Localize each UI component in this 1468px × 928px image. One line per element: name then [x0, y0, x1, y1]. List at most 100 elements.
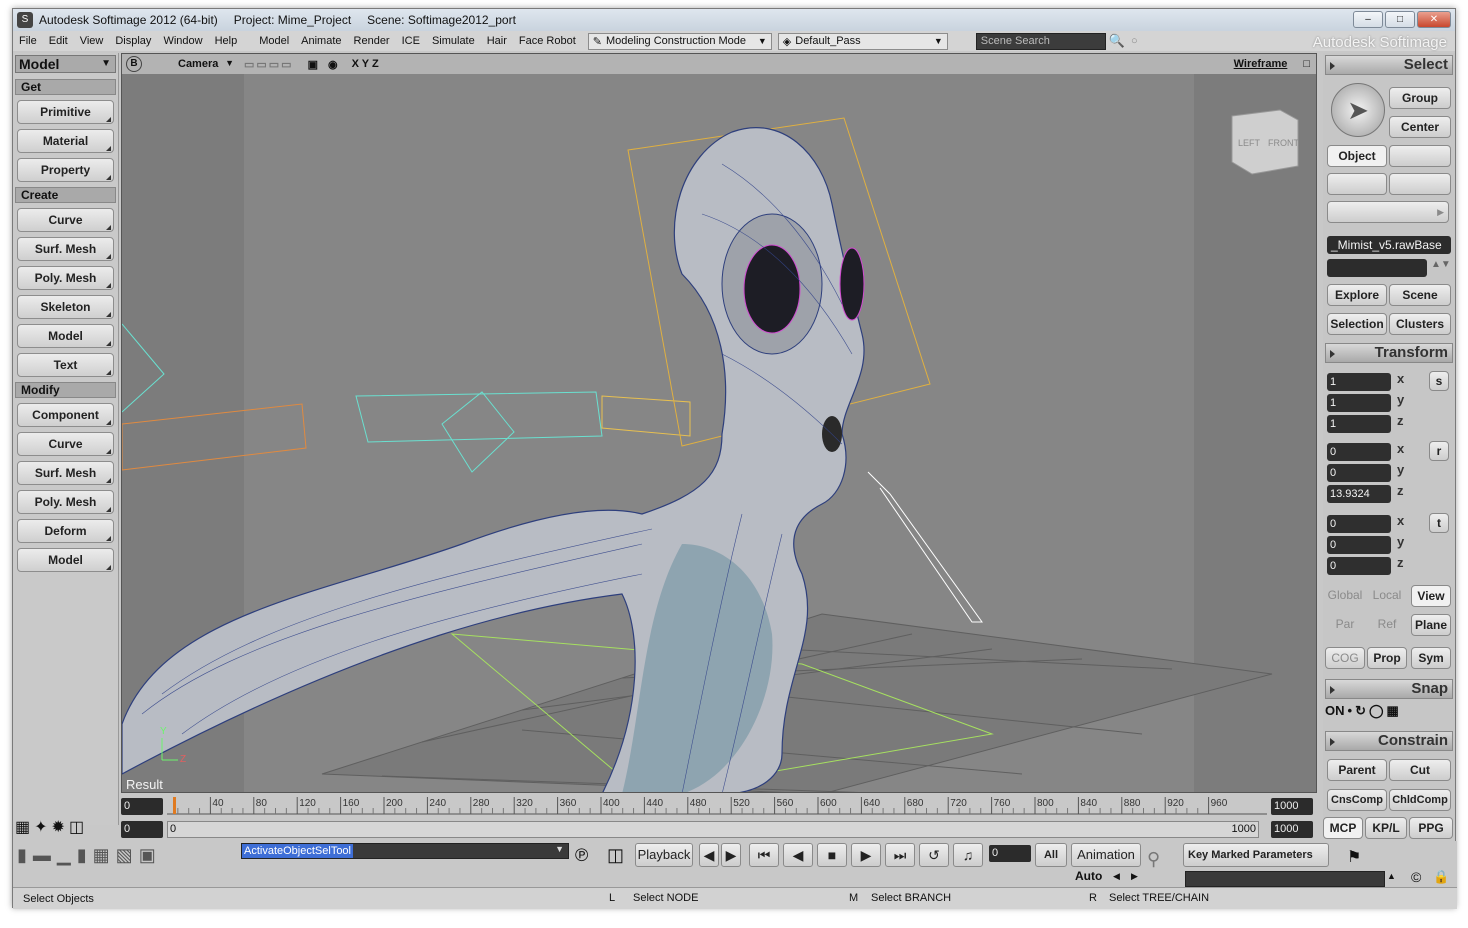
- current-frame-field[interactable]: 0: [121, 821, 163, 838]
- auto-key-label[interactable]: Auto: [1075, 869, 1102, 883]
- eye-icon[interactable]: ◉: [328, 58, 338, 71]
- camera-select[interactable]: Camera ▼: [148, 58, 234, 70]
- timeline-ruler[interactable]: 40 80 120 160 200 240 280 320 360 400 440 480 520 560…: [167, 795, 1267, 815]
- search-icon[interactable]: 🔍: [1109, 33, 1125, 49]
- create-poly-mesh-button[interactable]: Poly. Mesh: [17, 266, 114, 290]
- cnscomp-button[interactable]: CnsComp: [1327, 789, 1387, 811]
- ref-button[interactable]: Ref: [1367, 614, 1407, 636]
- scale-x-label[interactable]: x: [1397, 371, 1423, 386]
- scale-y-label[interactable]: y: [1397, 392, 1423, 407]
- viewport-memo-slots[interactable]: ▭▭▭▭: [244, 58, 294, 71]
- render-pass-select[interactable]: ◈ Default_Pass ▼: [777, 32, 948, 50]
- tab-kpl[interactable]: KP/L: [1365, 817, 1407, 839]
- prev-arrow-icon[interactable]: ◀: [1113, 871, 1120, 882]
- selection-secondary-field[interactable]: [1327, 259, 1427, 277]
- rotate-x-field[interactable]: 0: [1327, 443, 1391, 461]
- split-view-icon[interactable]: ◫: [69, 817, 84, 837]
- global-button[interactable]: Global: [1325, 585, 1365, 607]
- object-button[interactable]: Object: [1327, 145, 1387, 167]
- translate-x-label[interactable]: x: [1397, 513, 1423, 528]
- key-marked-parameters-button[interactable]: Key Marked Parameters: [1183, 843, 1329, 867]
- group-button[interactable]: Group: [1389, 87, 1451, 109]
- key-set-field[interactable]: [1185, 871, 1385, 887]
- script-editor-icon[interactable]: ℗: [575, 845, 588, 866]
- selection-name-field[interactable]: _Mimist_v5.rawBase: [1327, 236, 1451, 254]
- clear-search-icon[interactable]: ○: [1131, 35, 1138, 47]
- view-layout-3-icon[interactable]: ▁: [57, 845, 71, 866]
- menu-ice[interactable]: ICE: [396, 35, 426, 47]
- construction-mode-select[interactable]: ✎ Modeling Construction Mode ▼: [587, 32, 772, 50]
- menu-display[interactable]: Display: [109, 35, 157, 47]
- view-layout-1-icon[interactable]: ▮: [17, 845, 27, 866]
- all-button[interactable]: All: [1035, 843, 1067, 867]
- translate-x-field[interactable]: 0: [1327, 515, 1391, 533]
- chldcomp-button[interactable]: ChldComp: [1389, 789, 1451, 811]
- snap-circle-icon[interactable]: ◯: [1369, 703, 1384, 719]
- select-empty-button-1[interactable]: [1389, 145, 1451, 167]
- modify-poly-mesh-button[interactable]: Poly. Mesh: [17, 490, 114, 514]
- marking-icon[interactable]: ⚑: [1347, 847, 1361, 867]
- rotate-z-field[interactable]: 13.9324: [1327, 485, 1391, 503]
- select-filter-button[interactable]: ▶: [1327, 201, 1449, 223]
- scene-button[interactable]: Scene: [1389, 284, 1451, 306]
- material-button[interactable]: Material: [17, 129, 114, 153]
- camera-icon[interactable]: ▣: [308, 58, 318, 71]
- updown-arrows-icon[interactable]: ▲▼: [1431, 259, 1451, 270]
- scale-z-label[interactable]: z: [1397, 413, 1423, 428]
- parent-button[interactable]: Parent: [1327, 759, 1387, 781]
- copy-icon[interactable]: ©: [1411, 869, 1421, 885]
- first-frame-button[interactable]: ⏮: [749, 843, 779, 867]
- close-button[interactable]: ✕: [1417, 11, 1451, 28]
- translate-y-field[interactable]: 0: [1327, 536, 1391, 554]
- scale-s-button[interactable]: s: [1429, 371, 1449, 391]
- wand-icon[interactable]: ✦: [34, 817, 47, 837]
- rotate-r-button[interactable]: r: [1429, 441, 1449, 461]
- rotate-y-label[interactable]: y: [1397, 462, 1423, 477]
- palette-icon[interactable]: ✹: [52, 817, 65, 837]
- primitive-button[interactable]: Primitive: [17, 100, 114, 124]
- rotate-x-label[interactable]: x: [1397, 441, 1423, 456]
- transform-section-header[interactable]: Transform: [1325, 343, 1453, 363]
- viewport[interactable]: B Camera ▼ ▭▭▭▭ ▣ ◉ X Y Z Wireframe □ LE…: [121, 53, 1317, 793]
- snap-curve-icon[interactable]: ↻: [1355, 703, 1366, 719]
- menu-file[interactable]: File: [13, 35, 43, 47]
- view-layout-5-icon[interactable]: ▧: [116, 845, 133, 866]
- layout-icon[interactable]: ▦: [15, 817, 30, 837]
- scale-x-field[interactable]: 1: [1327, 373, 1391, 391]
- range-slider[interactable]: 0 1000: [167, 821, 1259, 838]
- viewport-canvas[interactable]: LEFT FRONT Y Z Result: [122, 74, 1316, 792]
- selection-button[interactable]: Selection: [1327, 313, 1387, 335]
- view-button[interactable]: View: [1411, 585, 1451, 607]
- tab-mcp[interactable]: MCP: [1323, 817, 1363, 839]
- view-layout-2-icon[interactable]: ▬: [33, 845, 51, 866]
- select-section-header[interactable]: Select: [1325, 55, 1453, 75]
- local-button[interactable]: Local: [1367, 585, 1407, 607]
- cog-button[interactable]: COG: [1325, 647, 1365, 669]
- section-get[interactable]: Get: [15, 79, 116, 95]
- modify-component-button[interactable]: Component: [17, 403, 114, 427]
- sym-button[interactable]: Sym: [1411, 647, 1451, 669]
- translate-t-button[interactable]: t: [1429, 513, 1449, 533]
- stop-button[interactable]: ■: [817, 843, 847, 867]
- create-skeleton-button[interactable]: Skeleton: [17, 295, 114, 319]
- modify-curve-button[interactable]: Curve: [17, 432, 114, 456]
- range-end-field[interactable]: 1000: [1271, 821, 1313, 838]
- clusters-button[interactable]: Clusters: [1389, 313, 1451, 335]
- timeline-start-field[interactable]: 0: [121, 798, 163, 815]
- timeline[interactable]: 0 40 80 120 160 200 240 280 320 360 400 440 480 520 5…: [121, 795, 1317, 839]
- par-button[interactable]: Par: [1325, 614, 1365, 636]
- translate-z-field[interactable]: 0: [1327, 557, 1391, 575]
- menu-edit[interactable]: Edit: [43, 35, 74, 47]
- next-key-button[interactable]: ▶: [721, 843, 741, 867]
- playhead[interactable]: [173, 797, 176, 814]
- maximize-viewport-icon[interactable]: □: [1303, 58, 1310, 70]
- snap-on-toggle[interactable]: ON: [1325, 703, 1345, 719]
- translate-y-label[interactable]: y: [1397, 534, 1423, 549]
- menu-model[interactable]: Model: [253, 35, 295, 47]
- menu-view[interactable]: View: [74, 35, 110, 47]
- frame-field[interactable]: 0: [989, 845, 1031, 862]
- create-curve-button[interactable]: Curve: [17, 208, 114, 232]
- rotate-y-field[interactable]: 0: [1327, 464, 1391, 482]
- next-arrow-icon[interactable]: ▶: [1131, 871, 1138, 882]
- menu-simulate[interactable]: Simulate: [426, 35, 481, 47]
